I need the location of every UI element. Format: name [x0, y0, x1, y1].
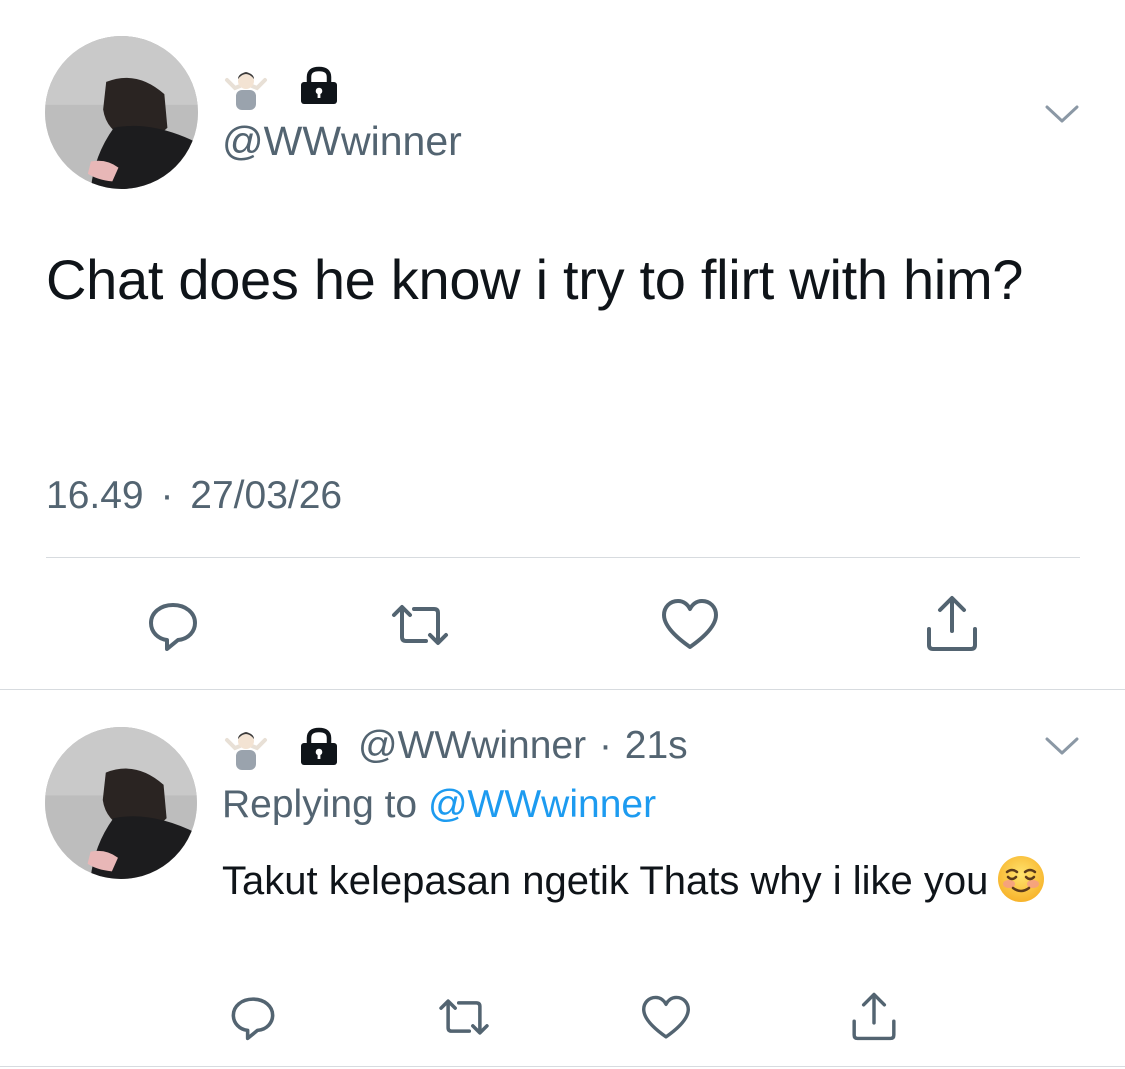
- reply-tweet-body: Takut kelepasan ngetik Thats why i like …: [222, 852, 1052, 920]
- tweet-date: 27/03/26: [190, 474, 343, 517]
- lock-emoji: [298, 727, 340, 771]
- share-button[interactable]: [847, 988, 901, 1044]
- divider: [0, 1066, 1125, 1067]
- replying-to: Replying to @WWwinner: [222, 783, 656, 827]
- retweet-button[interactable]: [384, 595, 456, 655]
- avatar[interactable]: [45, 727, 197, 879]
- share-button[interactable]: [922, 592, 982, 654]
- replying-to-mention[interactable]: @WWwinner: [428, 783, 656, 826]
- smiling-face-emoji: [996, 854, 1046, 920]
- reply-icon: [228, 992, 278, 1042]
- author-handle[interactable]: @WWwinner: [358, 724, 586, 767]
- meta-separator: ·: [598, 724, 612, 767]
- like-button[interactable]: [658, 595, 722, 655]
- reply-button[interactable]: [143, 595, 203, 655]
- shrug-emoji: [223, 66, 269, 114]
- like-button[interactable]: [638, 992, 694, 1044]
- reply-button[interactable]: [226, 990, 280, 1044]
- retweet-button[interactable]: [433, 992, 495, 1042]
- retweet-icon: [386, 599, 454, 651]
- shrug-emoji: [223, 726, 269, 774]
- like-icon: [640, 994, 692, 1042]
- chevron-down-icon[interactable]: [1045, 104, 1079, 124]
- reply-icon: [145, 597, 201, 653]
- share-icon: [849, 990, 899, 1042]
- tweet-timestamp: 16.49 · 27/03/26: [46, 474, 342, 518]
- meta-separator: ·: [160, 474, 174, 517]
- tweet-text: Takut kelepasan ngetik Thats why i like …: [222, 859, 989, 903]
- tweet-text: Chat does he know i try to flirt with hi…: [46, 248, 1024, 311]
- lock-emoji: [298, 66, 340, 110]
- share-icon: [923, 593, 981, 653]
- retweet-icon: [434, 994, 494, 1040]
- divider: [0, 689, 1125, 690]
- like-icon: [660, 597, 720, 653]
- replying-to-label: Replying to: [222, 783, 418, 826]
- chevron-down-icon[interactable]: [1045, 736, 1079, 756]
- avatar[interactable]: [45, 36, 198, 189]
- tweet-time: 16.49: [46, 474, 144, 517]
- divider: [46, 557, 1080, 558]
- reply-header: @WWwinner · 21s: [358, 724, 688, 768]
- tweet-age: 21s: [624, 724, 688, 767]
- author-handle[interactable]: @WWwinner: [222, 118, 462, 165]
